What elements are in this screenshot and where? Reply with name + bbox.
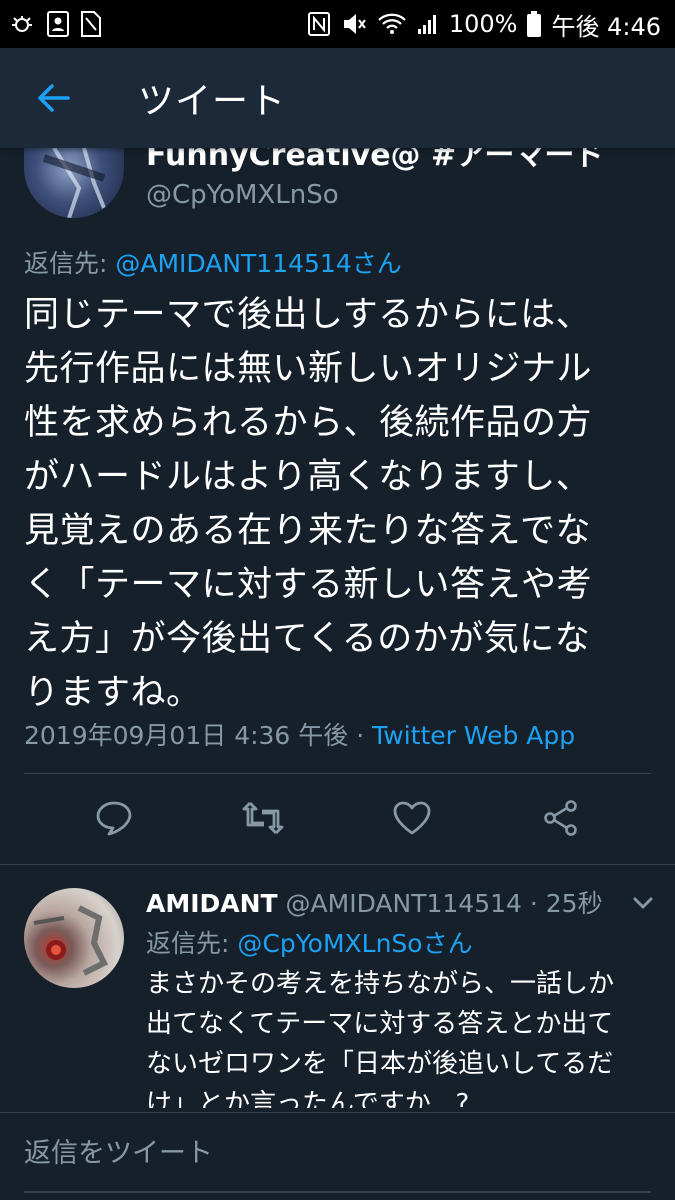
avatar[interactable] (24, 888, 124, 988)
page-title: ツイート (138, 81, 287, 122)
username[interactable]: @CpYoMXLnSo (146, 180, 339, 210)
status-bar: 100% 午後 4:46 (0, 0, 675, 48)
reply-to: 返信先: @AMIDANT114514さん (24, 244, 402, 280)
arrow-left-icon (38, 84, 70, 112)
sim-card-icon (80, 10, 102, 38)
action-bar (0, 773, 675, 863)
reply-text-line: 出てなくてテーマに対する答えとか出て (146, 1009, 614, 1039)
reply-button[interactable] (84, 788, 144, 848)
reply-icon (96, 801, 132, 836)
clock: 午後 4:46 (551, 12, 661, 41)
reply-header: AMIDANT @AMIDANT114514 · 25秒 (146, 884, 603, 920)
retweet-button[interactable] (233, 788, 293, 848)
tweet-text-line: え方」が今後出てくるのかが気にな (24, 619, 591, 659)
app-bar: ツイート (0, 48, 675, 148)
reply-text: まさかその考えを持ちながら、一話しか 出てなくてテーマに対する答えとか出て ない… (146, 964, 646, 1108)
avatar[interactable] (24, 148, 124, 218)
signal-icon (417, 13, 439, 35)
reply-text-line: まさかその考えを持ちながら、一話しか (146, 969, 615, 999)
battery-icon (527, 11, 542, 37)
tweet-meta: 2019年09月01日 4:36 午後 · Twitter Web App (24, 716, 575, 752)
compose-bar (0, 1112, 675, 1200)
mute-icon (341, 11, 367, 37)
tweet-text-line: りますね。 (24, 673, 202, 713)
username-time: @AMIDANT114514 · 25秒 (277, 889, 603, 918)
reply-prefix: 返信先: (146, 929, 238, 958)
reply-text-line: け」とか言ったんですか...? (146, 1089, 470, 1108)
tweet-options-button[interactable] (628, 888, 658, 918)
display-name[interactable]: AMIDANT (146, 889, 278, 918)
reply-to: 返信先: @CpYoMXLnSoさん (146, 924, 473, 960)
reply-mention-link[interactable]: @AMIDANT114514さん (115, 249, 401, 278)
nfc-icon (307, 11, 331, 37)
status-right: 100% 午後 4:46 (307, 7, 661, 42)
timestamp: 2019年09月01日 4:36 午後 (24, 721, 349, 750)
tweet-text-line: 性を求められるから、後続作品の方 (24, 403, 593, 443)
reply-mention-link[interactable]: @CpYoMXLnSoさん (237, 929, 472, 958)
meta-separator: · (348, 721, 373, 750)
tweet-text-line: 同じテーマで後出しするからには、 (24, 295, 592, 335)
tweet-text-line: く「テーマに対する新しい答えや考 (24, 565, 593, 605)
main-tweet: FunnyCreative@ #アーマードール… @CpYoMXLnSo 返信先… (0, 148, 675, 765)
divider (0, 864, 675, 865)
retweet-icon (242, 802, 284, 834)
tweet-text-line: 見覚えのある在り来たりな答えでな (24, 511, 591, 551)
bug-icon (8, 12, 36, 36)
tweet-text: 同じテーマで後出しするからには、 先行作品には無い新しいオリジナル 性を求められ… (24, 288, 654, 720)
wifi-icon (377, 12, 407, 36)
reply-input[interactable] (24, 1113, 651, 1193)
battery-percent: 100% (448, 10, 518, 38)
reply-text-line: ないゼロワンを「日本が後追いしてるだ (146, 1049, 614, 1079)
tweet-detail: FunnyCreative@ #アーマードール… @CpYoMXLnSo 返信先… (0, 148, 675, 1108)
reply-tweet[interactable]: AMIDANT @AMIDANT114514 · 25秒 返信先: @CpYoM… (0, 866, 675, 1108)
like-icon (393, 801, 431, 835)
like-button[interactable] (382, 788, 442, 848)
share-button[interactable] (531, 788, 591, 848)
back-button[interactable] (18, 63, 88, 133)
tweet-text-line: がハードルはより高くなりますし、 (24, 457, 592, 497)
source-app-link[interactable]: Twitter Web App (372, 721, 575, 750)
share-icon (543, 800, 577, 836)
contact-card-icon (46, 10, 70, 38)
tweet-text-line: 先行作品には無い新しいオリジナル (24, 349, 593, 389)
reply-prefix: 返信先: (24, 249, 116, 278)
display-name[interactable]: FunnyCreative@ #アーマードール… (146, 148, 606, 174)
chevron-down-icon (633, 897, 653, 909)
status-left (8, 10, 102, 38)
